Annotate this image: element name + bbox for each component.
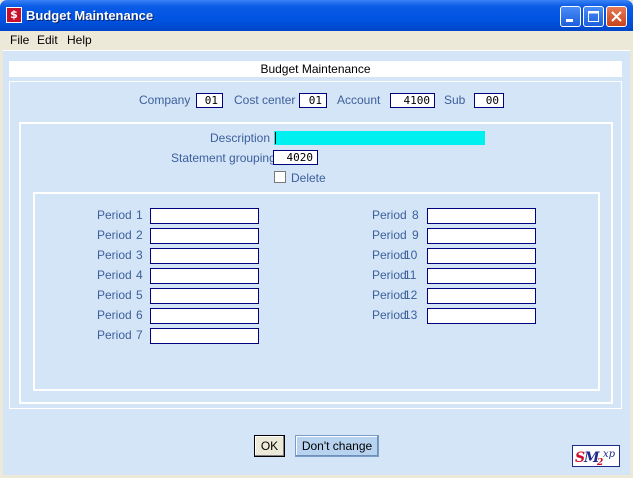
period-13-input[interactable] [427,308,536,324]
period-2-input[interactable] [150,228,259,244]
menu-file[interactable]: File [10,33,29,47]
close-button[interactable] [606,6,627,27]
period-3-input[interactable] [150,248,259,264]
delete-checkbox[interactable] [274,171,286,183]
period-label: Period [372,308,407,322]
period-label: Period [97,268,132,282]
period-number: 8 [412,208,419,222]
period-11-input[interactable] [427,268,536,284]
sm2xp-logo: S M 2 xp [572,445,620,468]
period-number: 6 [136,308,143,322]
period-label: Period [97,328,132,342]
description-input[interactable] [274,131,485,145]
period-label: Period [97,288,132,302]
window-title: Budget Maintenance [26,8,154,23]
cost-center-field[interactable]: 01 [299,93,327,108]
period-label: Period [372,288,407,302]
period-number: 5 [136,288,143,302]
ok-button[interactable]: OK [254,435,285,457]
close-icon [611,11,622,22]
period-label: Period [97,228,132,242]
cost-center-label: Cost center [234,93,296,107]
dont-change-button[interactable]: Don't change [295,435,379,457]
menu-edit[interactable]: Edit [37,33,58,47]
period-number: 1 [136,208,143,222]
svg-text:xp: xp [603,449,616,460]
window: $ Budget Maintenance File Edit Help Budg… [0,0,633,478]
minimize-button[interactable] [560,6,581,27]
description-label: Description [210,131,271,145]
menu-bar: File Edit Help [3,31,630,51]
statement-grouping-label: Statement grouping [171,151,276,165]
period-8-input[interactable] [427,208,536,224]
period-7-input[interactable] [150,328,259,344]
sub-label: Sub [444,93,466,107]
company-field[interactable]: 01 [196,93,223,108]
period-10-input[interactable] [427,248,536,264]
minimize-icon [566,19,573,22]
period-label: Period [97,248,132,262]
period-9-input[interactable] [427,228,536,244]
period-number: 3 [136,248,143,262]
period-number: 12 [404,288,418,302]
account-label: Account [337,93,381,107]
title-bar[interactable]: $ Budget Maintenance [0,0,633,31]
period-5-input[interactable] [150,288,259,304]
statement-grouping-field[interactable]: 4020 [273,150,318,165]
form-header: Budget Maintenance [9,61,622,77]
period-6-input[interactable] [150,308,259,324]
account-field[interactable]: 4100 [390,93,435,108]
period-label: Period [372,248,407,262]
text-cursor [275,132,276,144]
maximize-button[interactable] [583,6,604,27]
period-number: 13 [404,308,418,322]
period-number: 10 [404,248,418,262]
delete-label: Delete [291,171,326,185]
period-number: 9 [412,228,419,242]
period-number: 7 [136,328,143,342]
sm2xp-logo-icon: S M 2 xp [575,449,616,468]
period-label: Period [372,208,407,222]
period-number: 11 [404,268,417,282]
sub-field[interactable]: 00 [474,93,504,108]
period-label: Period [97,208,132,222]
period-label: Period [97,308,132,322]
period-4-input[interactable] [150,268,259,284]
period-label: Period [372,228,407,242]
maximize-icon [588,11,599,22]
menu-help[interactable]: Help [67,33,92,47]
period-number: 4 [136,268,143,282]
period-label: Period [372,268,407,282]
period-12-input[interactable] [427,288,536,304]
period-number: 2 [136,228,143,242]
form-area: Budget Maintenance Company 01 Cost cente… [3,51,630,475]
app-icon[interactable]: $ [6,7,22,23]
company-label: Company [139,93,191,107]
period-1-input[interactable] [150,208,259,224]
